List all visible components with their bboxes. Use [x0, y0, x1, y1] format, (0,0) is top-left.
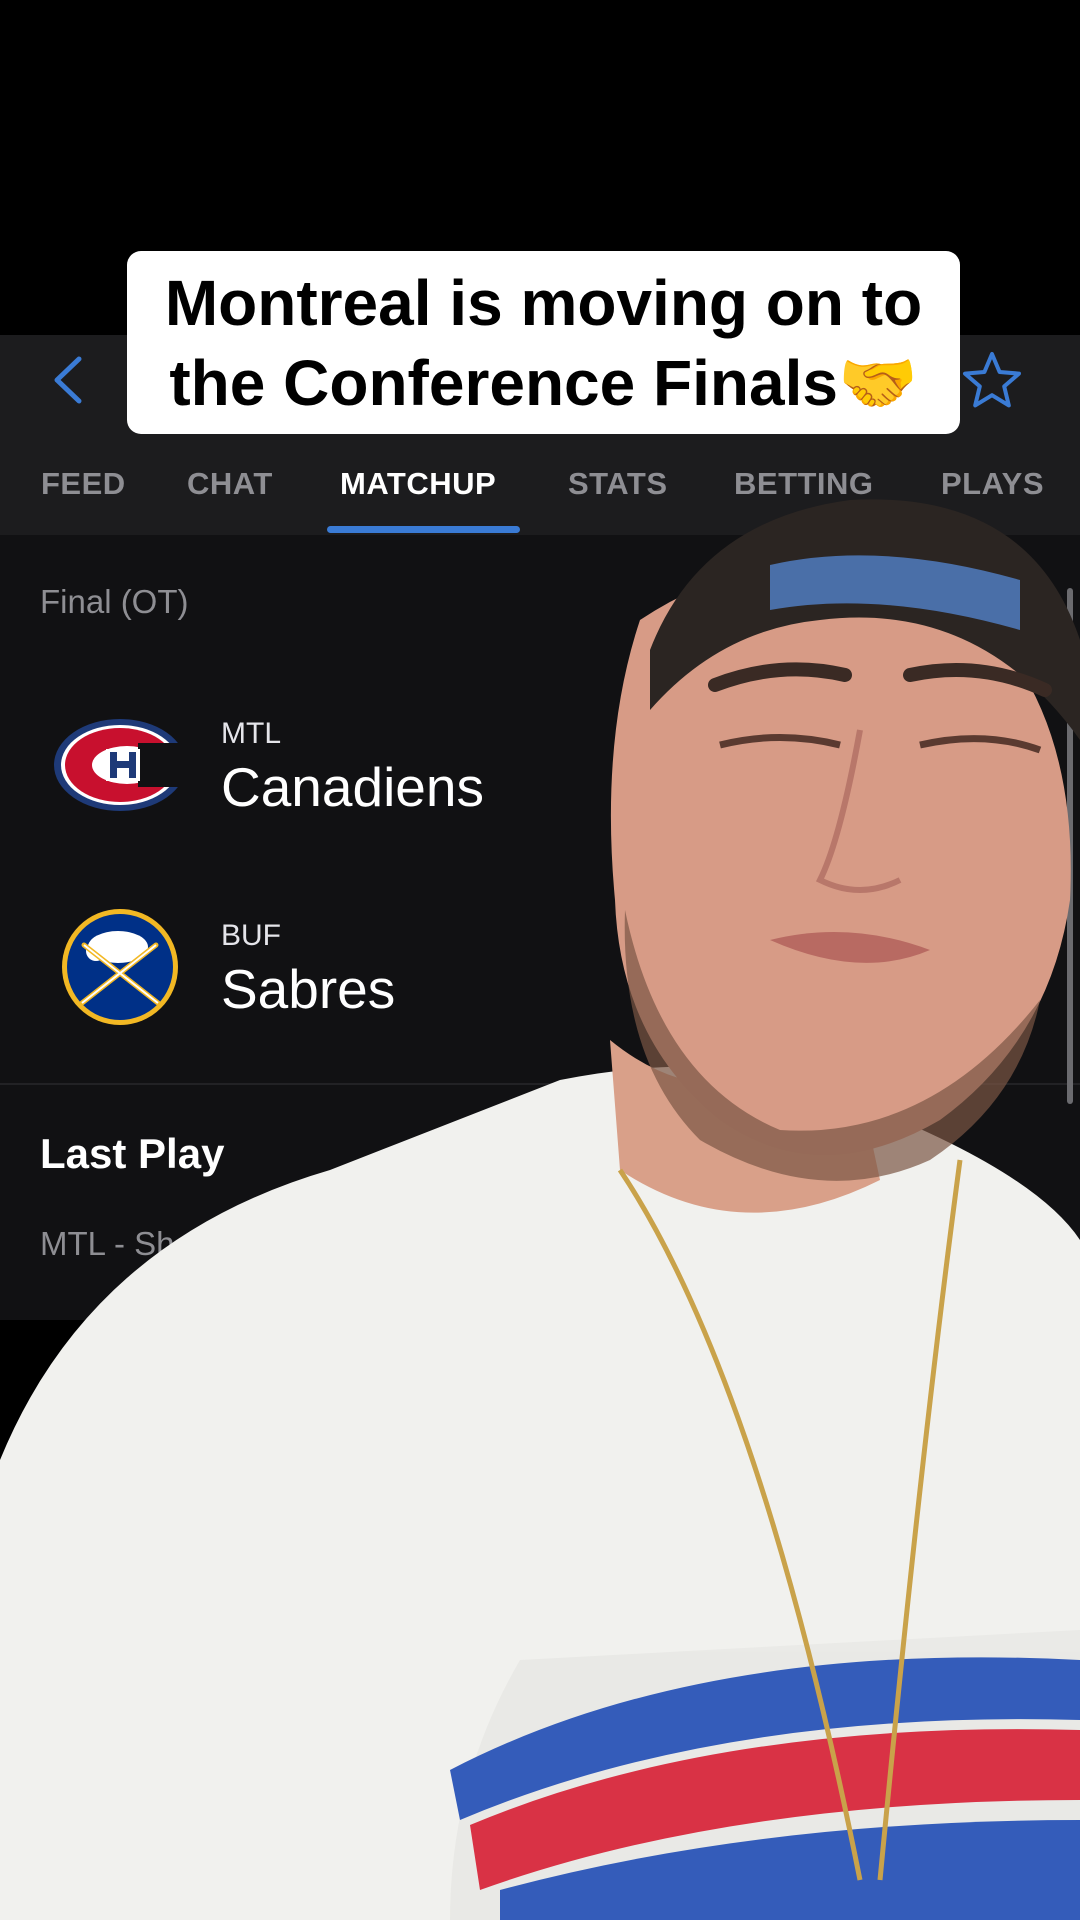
- chevron-left-icon: [54, 356, 82, 404]
- person-video-overlay: [0, 499, 1080, 1920]
- star-outline-icon: [963, 352, 1021, 408]
- back-button[interactable]: [40, 350, 96, 410]
- favorite-button[interactable]: [958, 346, 1026, 414]
- video-caption: Montreal is moving on to the Conference …: [127, 251, 960, 434]
- caption-line: the Conference Finals🤝: [169, 346, 918, 419]
- caption-line: Montreal is moving on to: [164, 266, 923, 339]
